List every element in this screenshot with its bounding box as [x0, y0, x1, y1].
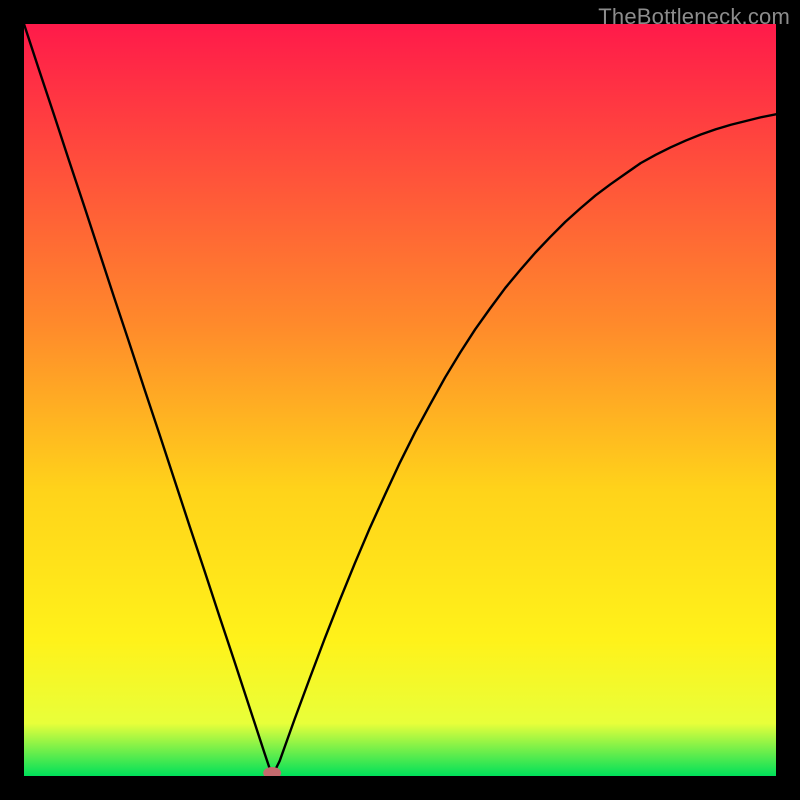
- plot-area: [24, 24, 776, 776]
- chart-container: TheBottleneck.com: [0, 0, 800, 800]
- chart-svg: [24, 24, 776, 776]
- gradient-background: [24, 24, 776, 776]
